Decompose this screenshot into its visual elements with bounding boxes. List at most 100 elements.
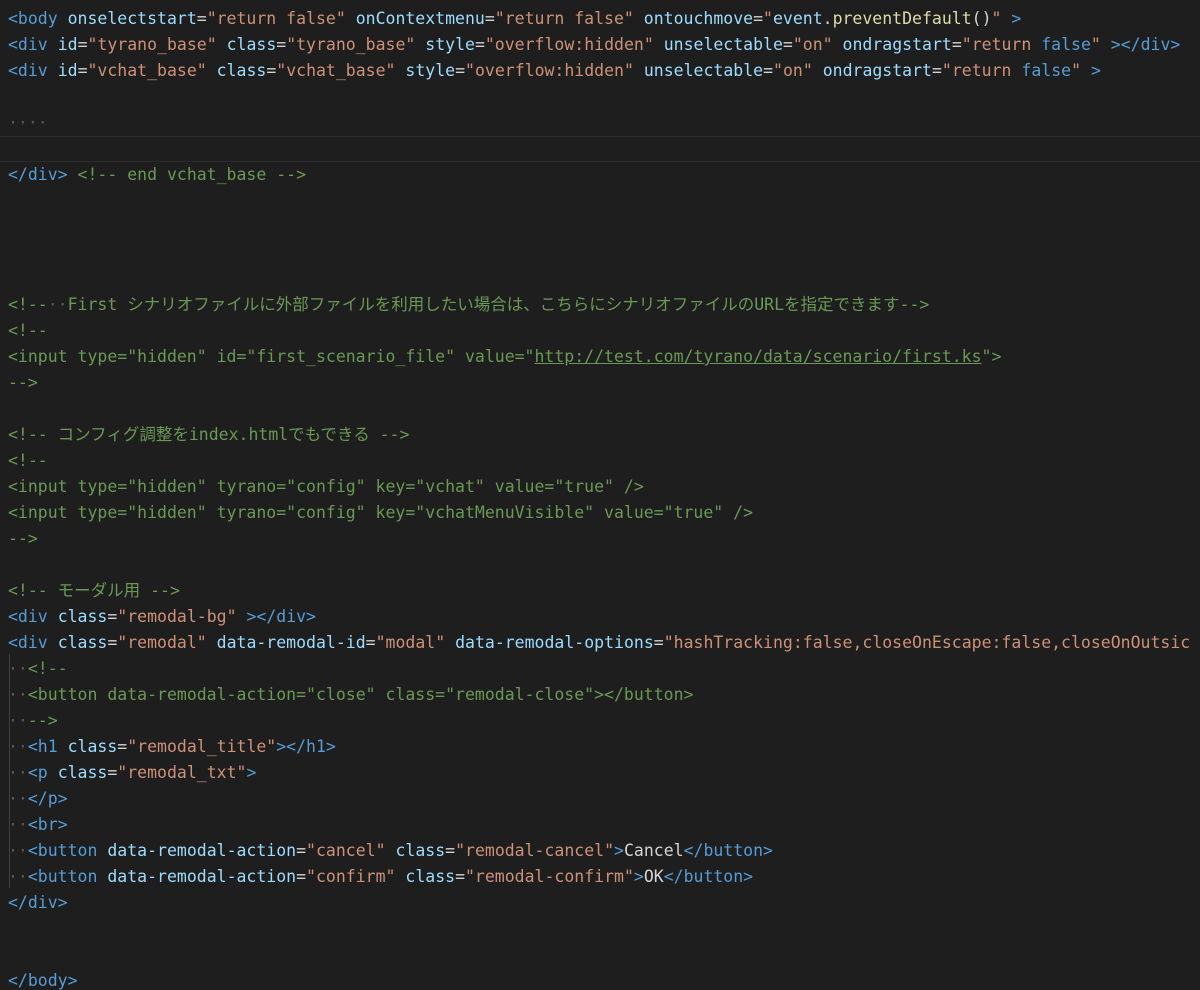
- code-token: ": [1071, 61, 1082, 80]
- code-line[interactable]: <!--··First シナリオファイルに外部ファイルを利用したい場合は、こちら…: [0, 292, 1200, 318]
- code-line[interactable]: <!--: [0, 448, 1200, 474]
- code-token: ": [991, 9, 1002, 28]
- code-token: </button>: [683, 841, 773, 860]
- code-token: ondragstart: [822, 61, 932, 80]
- code-token: =: [931, 61, 942, 80]
- code-line[interactable]: <input type="hidden" id="first_scenario_…: [0, 344, 1200, 370]
- code-token: >: [633, 867, 644, 886]
- code-token: <!-- end vchat_base -->: [77, 165, 307, 184]
- code-line[interactable]: ··<button data-remodal-action="confirm" …: [0, 864, 1200, 890]
- code-token: =: [455, 867, 465, 886]
- code-token: class: [395, 841, 446, 860]
- code-token: "on": [792, 35, 833, 54]
- code-line[interactable]: [0, 266, 1200, 292]
- code-token: ></div>: [246, 607, 316, 626]
- code-token: <input type="hidden" id="first_scenario_…: [8, 347, 535, 366]
- code-token: <button: [27, 841, 98, 860]
- code-line[interactable]: [0, 552, 1200, 578]
- code-line[interactable]: ··<h1 class="remodal_title"></h1>: [0, 734, 1200, 760]
- code-token: <!--: [8, 451, 48, 470]
- code-line[interactable]: <input type="hidden" tyrano="config" key…: [0, 500, 1200, 526]
- code-token: "tyrano_base": [87, 35, 217, 54]
- code-token: <div: [8, 35, 48, 54]
- code-token: class: [67, 737, 118, 756]
- code-token: "remodal-bg": [117, 607, 237, 626]
- code-line[interactable]: <!-- コンフィグ調整をindex.htmlでもできる -->: [0, 422, 1200, 448]
- code-token: <input type="hidden" tyrano="config" key…: [8, 477, 644, 496]
- code-token: =: [276, 35, 287, 54]
- code-line[interactable]: <!-- モーダル用 -->: [0, 578, 1200, 604]
- code-token: =: [365, 633, 376, 652]
- code-token: -->: [8, 529, 38, 548]
- code-token: "remodal": [117, 633, 207, 652]
- code-token: <!--: [27, 659, 68, 678]
- code-line-current[interactable]: [0, 136, 1200, 162]
- code-token: "remodal-confirm": [465, 867, 634, 886]
- code-token: First シナリオファイルに外部ファイルを利用したい場合は、こちらにシナリオフ…: [67, 295, 930, 314]
- code-token: ··: [8, 867, 28, 886]
- code-line[interactable]: <input type="hidden" tyrano="config" key…: [0, 474, 1200, 500]
- code-line[interactable]: ··<p class="remodal_txt">: [0, 760, 1200, 786]
- code-line[interactable]: <body onselectstart="return false" onCon…: [0, 6, 1200, 32]
- code-token: ": [763, 9, 773, 28]
- code-line[interactable]: <div class="remodal" data-remodal-id="mo…: [0, 630, 1200, 656]
- code-line[interactable]: [0, 214, 1200, 240]
- code-line[interactable]: ····: [0, 110, 1200, 136]
- code-token: data-remodal-action: [107, 867, 297, 886]
- code-line[interactable]: -->: [0, 370, 1200, 396]
- code-token: =: [296, 867, 307, 886]
- code-token: "hashTracking:false,closeOnEscape:false,…: [663, 633, 1191, 652]
- code-token: http://test.com/tyrano/data/scenario/fir…: [534, 347, 982, 366]
- code-token: <!--: [8, 321, 48, 340]
- code-line[interactable]: [0, 942, 1200, 968]
- code-line[interactable]: ··</p>: [0, 786, 1200, 812]
- code-line[interactable]: ··<button data-remodal-action="close" cl…: [0, 682, 1200, 708]
- code-token: <button: [27, 867, 98, 886]
- code-line[interactable]: ··<button data-remodal-action="cancel" c…: [0, 838, 1200, 864]
- code-token: <input type="hidden" tyrano="config" key…: [8, 503, 754, 522]
- code-line[interactable]: <div id="tyrano_base" class="tyrano_base…: [0, 32, 1200, 58]
- code-token: class: [57, 633, 108, 652]
- code-line[interactable]: </body>: [0, 968, 1200, 990]
- code-token: =: [455, 61, 466, 80]
- code-line[interactable]: <!--: [0, 318, 1200, 344]
- code-line[interactable]: -->: [0, 526, 1200, 552]
- code-token: =: [107, 633, 118, 652]
- code-line[interactable]: ··-->: [0, 708, 1200, 734]
- code-line[interactable]: ··<!--: [0, 656, 1200, 682]
- code-line[interactable]: <div class="remodal-bg" ></div>: [0, 604, 1200, 630]
- code-token: ··: [8, 841, 28, 860]
- code-token: "remodal_txt": [117, 763, 247, 782]
- code-line[interactable]: ··<br>: [0, 812, 1200, 838]
- code-line[interactable]: [0, 396, 1200, 422]
- code-token: "overflow:hidden": [484, 35, 654, 54]
- code-token: ></div>: [1110, 35, 1181, 54]
- code-token: "return: [961, 35, 1042, 54]
- code-token: <body: [8, 9, 58, 28]
- code-token: <button data-remodal-action="close" clas…: [27, 685, 694, 704]
- code-token: =: [474, 35, 485, 54]
- code-line[interactable]: </div>: [0, 890, 1200, 916]
- code-line[interactable]: <div id="vchat_base" class="vchat_base" …: [0, 58, 1200, 84]
- code-line[interactable]: [0, 240, 1200, 266]
- code-token: id: [57, 35, 78, 54]
- code-line[interactable]: </div> <!-- end vchat_base -->: [0, 162, 1200, 188]
- code-line[interactable]: [0, 916, 1200, 942]
- code-token: =: [77, 35, 88, 54]
- code-line[interactable]: [0, 84, 1200, 110]
- code-line[interactable]: [0, 188, 1200, 214]
- code-token: class: [226, 35, 277, 54]
- code-token: style: [425, 35, 475, 54]
- code-editor[interactable]: <body onselectstart="return false" onCon…: [0, 0, 1200, 990]
- code-token: ></h1>: [276, 737, 336, 756]
